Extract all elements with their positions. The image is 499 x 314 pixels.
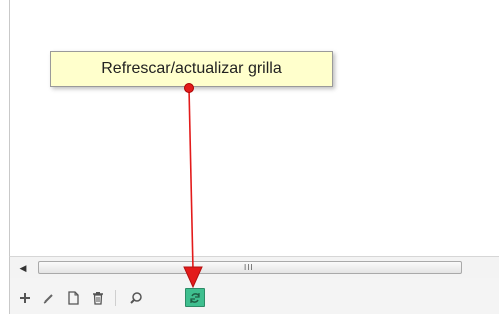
refresh-button[interactable] — [185, 288, 205, 307]
tooltip-callout: Refrescar/actualizar grilla — [50, 51, 333, 87]
grid-body — [9, 0, 499, 256]
scroll-left-button[interactable]: ◀ — [16, 262, 30, 274]
pencil-icon — [43, 294, 53, 304]
tooltip-text: Refrescar/actualizar grilla — [101, 60, 282, 77]
trash-icon — [93, 292, 103, 305]
document-icon — [68, 291, 79, 305]
scroll-thumb[interactable]: III — [38, 261, 462, 274]
add-button[interactable] — [16, 289, 34, 307]
refresh-icon — [190, 292, 200, 303]
search-button[interactable] — [127, 289, 145, 307]
add-icon — [20, 293, 30, 303]
search-icon — [130, 292, 142, 304]
toolbar-separator — [115, 290, 116, 306]
view-button[interactable] — [64, 289, 82, 307]
delete-button[interactable] — [89, 289, 107, 307]
grid-toolbar — [9, 278, 499, 314]
edit-button[interactable] — [40, 289, 58, 307]
horizontal-scrollbar[interactable]: ◀ III — [9, 256, 499, 278]
screenshot-stage: ◀ III Refrescar/actualizar grilla — [0, 0, 499, 314]
scroll-grip: III — [244, 263, 254, 272]
